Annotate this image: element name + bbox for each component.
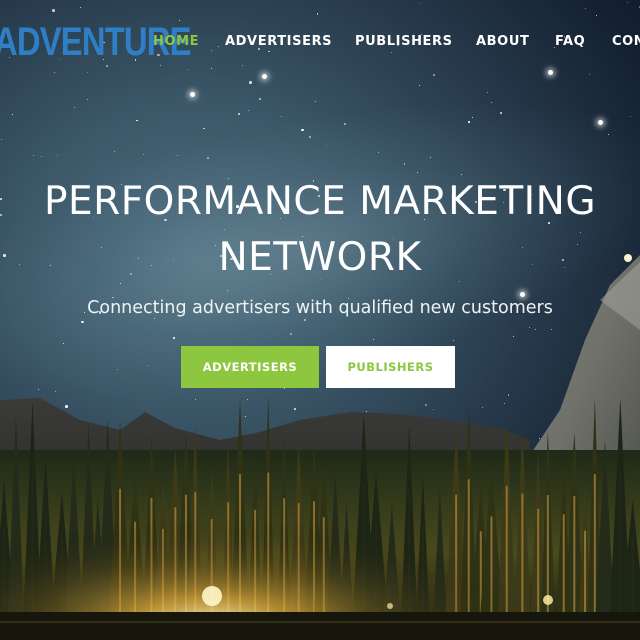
hero-subtitle: Connecting advertisers with qualified ne… bbox=[87, 298, 553, 318]
nav-about[interactable]: ABOUT bbox=[476, 34, 529, 49]
nav-faq[interactable]: FAQ bbox=[555, 34, 585, 49]
advertisers-button[interactable]: ADVERTISERS bbox=[181, 346, 319, 388]
nav-contact[interactable]: CON bbox=[612, 34, 640, 49]
nav-publishers[interactable]: PUBLISHERS bbox=[355, 34, 453, 49]
nav-home[interactable]: HOME bbox=[153, 34, 199, 49]
landscape-illustration bbox=[0, 254, 640, 640]
hero-title: PERFORMANCE MARKETING NETWORK bbox=[0, 174, 640, 286]
top-navigation: ADVENTURE HOME ADVERTISERS PUBLISHERS AB… bbox=[0, 0, 640, 84]
hero-title-line1: PERFORMANCE MARKETING bbox=[43, 179, 597, 224]
nav-advertisers[interactable]: ADVERTISERS bbox=[225, 34, 332, 49]
hero-background bbox=[0, 0, 640, 640]
hero-title-line2: NETWORK bbox=[218, 235, 422, 280]
publishers-button[interactable]: PUBLISHERS bbox=[326, 346, 455, 388]
